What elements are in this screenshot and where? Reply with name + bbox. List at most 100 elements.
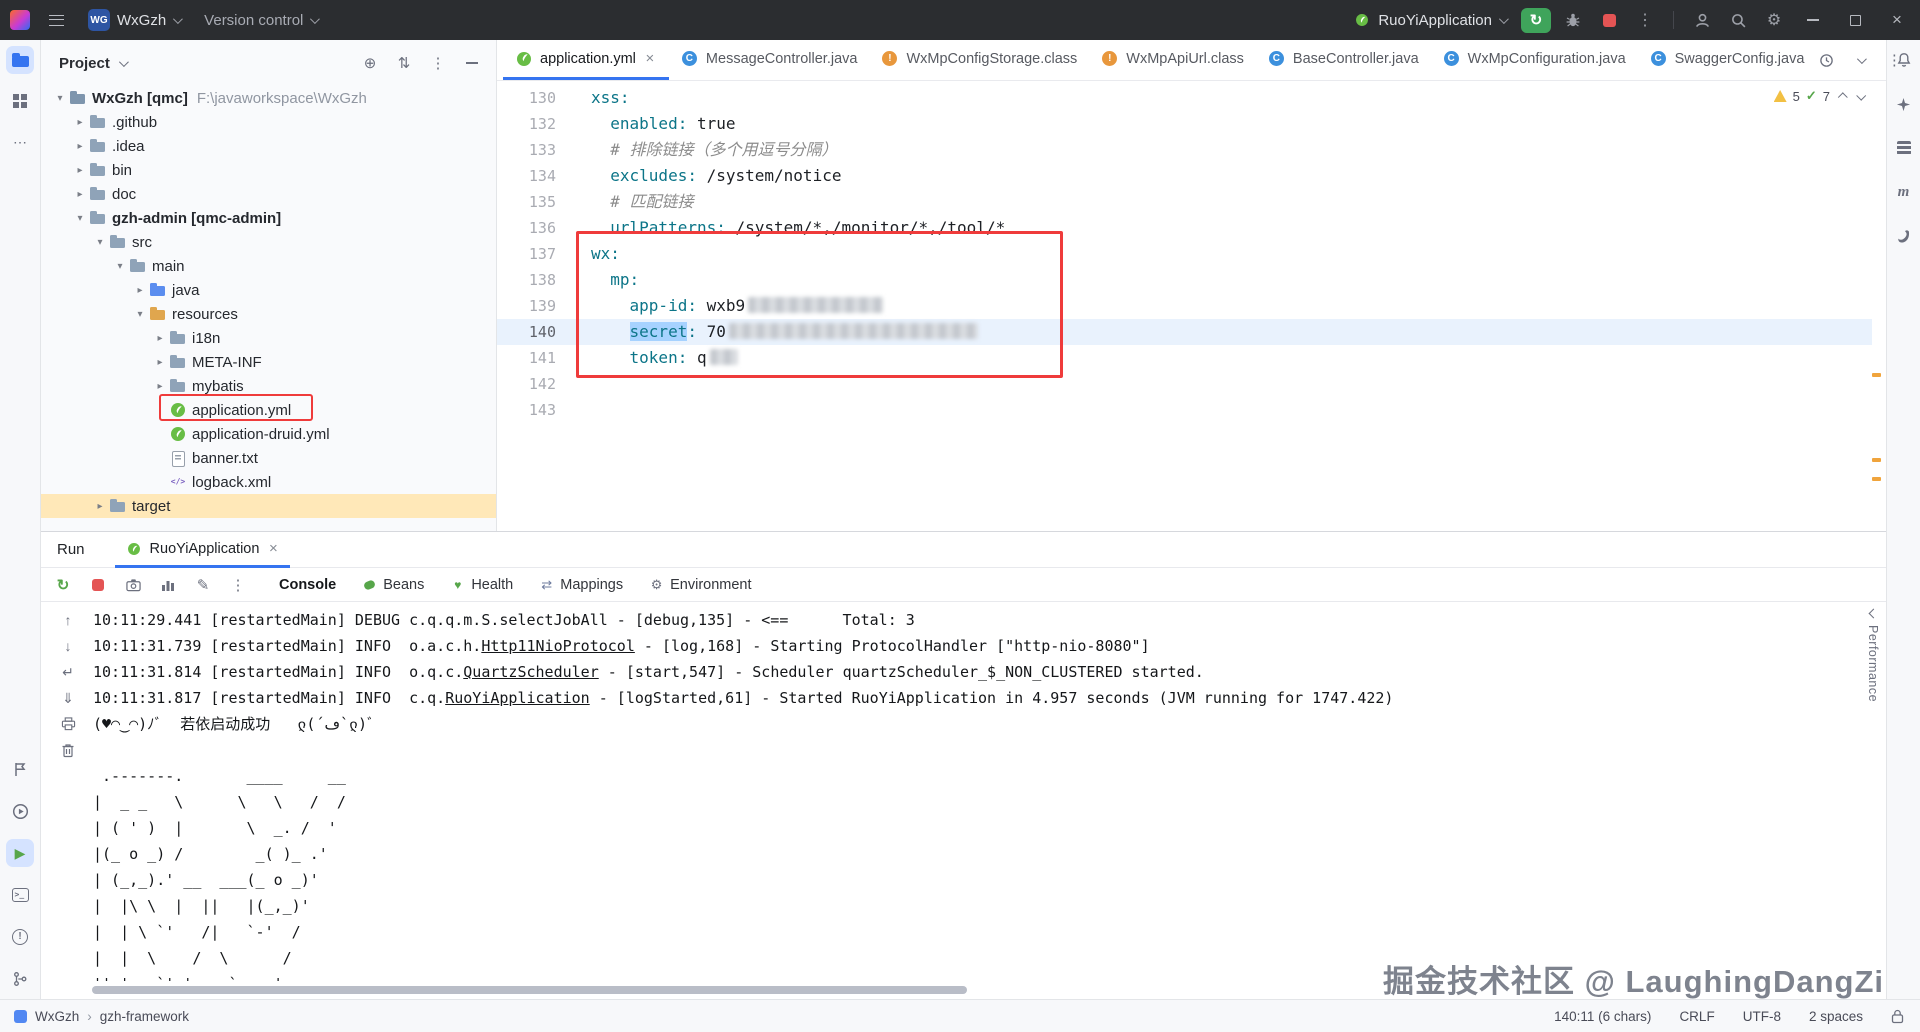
chevron-right-icon[interactable] (151, 357, 169, 368)
tree-item-banner-txt[interactable]: banner.txt (41, 446, 496, 470)
readonly-toggle[interactable] (1891, 1009, 1904, 1024)
stop-button[interactable] (1593, 5, 1625, 35)
prev-problem-button[interactable] (1837, 91, 1848, 102)
tree-item-mybatis[interactable]: mybatis (41, 374, 496, 398)
tree-item-doc[interactable]: doc (41, 182, 496, 206)
run-tab-ruoyiapplication[interactable]: RuoYiApplication (114, 532, 291, 568)
debug-button[interactable] (1557, 5, 1589, 35)
scroll-to-end-button[interactable]: ⇓ (59, 689, 77, 707)
git-toolwindow-button[interactable] (6, 965, 34, 993)
main-menu-button[interactable] (40, 5, 73, 35)
editor-tab-application-yml[interactable]: application.yml (503, 40, 669, 80)
chevron-down-icon[interactable] (91, 237, 109, 248)
chevron-right-icon[interactable] (71, 141, 89, 152)
tree-item-logback-xml[interactable]: logback.xml (41, 470, 496, 494)
tree-item-meta-inf[interactable]: META-INF (41, 350, 496, 374)
console-tab-console[interactable]: Console (279, 577, 336, 593)
project-panel-title[interactable]: Project (59, 55, 110, 72)
more-actions-button[interactable]: ⋮ (1629, 5, 1661, 35)
line-separator[interactable]: CRLF (1679, 1009, 1714, 1024)
editor-tab-swaggerconfig-java[interactable]: SwaggerConfig.java (1638, 40, 1817, 80)
performance-side-tab[interactable]: Performance (1862, 608, 1884, 702)
scroll-down-button[interactable]: ↓ (59, 637, 77, 655)
tree-item-application-yml[interactable]: application.yml (41, 398, 496, 422)
file-encoding[interactable]: UTF-8 (1743, 1009, 1781, 1024)
user-button[interactable] (1686, 5, 1718, 35)
scroll-up-button[interactable]: ↑ (59, 611, 77, 629)
ai-assistant-button[interactable] (1890, 90, 1918, 118)
chevron-down-icon[interactable] (118, 56, 129, 67)
expand-collapse-button[interactable]: ⇅ (394, 53, 414, 73)
scrollbar-warning-mark[interactable] (1872, 458, 1881, 462)
tree-item-bin[interactable]: bin (41, 158, 496, 182)
breadcrumb-module[interactable]: gzh-framework (100, 1009, 189, 1024)
rerun-button[interactable]: ↻ (1521, 7, 1551, 33)
tab-options-button[interactable]: ⋮ (1884, 50, 1904, 70)
clear-console-button[interactable] (59, 741, 77, 759)
terminal-toolwindow-button[interactable]: >_ (6, 881, 34, 909)
maven-button[interactable]: m (1890, 178, 1918, 206)
settings-button[interactable]: ⚙ (1758, 5, 1790, 35)
hidden-tabs-button[interactable] (1850, 50, 1870, 70)
tree-item-main[interactable]: main (41, 254, 496, 278)
tree-item-idea[interactable]: .idea (41, 134, 496, 158)
tree-item-gzh-admin-qmc-admin[interactable]: gzh-admin [qmc-admin] (41, 206, 496, 230)
inspections-widget[interactable]: 5 ✓ 7 (1773, 88, 1867, 104)
chevron-right-icon[interactable] (71, 117, 89, 128)
chevron-right-icon[interactable] (91, 501, 109, 512)
indent-setting[interactable]: 2 spaces (1809, 1009, 1863, 1024)
console-link[interactable]: QuartzScheduler (463, 663, 598, 681)
chevron-down-icon[interactable] (111, 261, 129, 272)
console-options-button[interactable]: ⋮ (228, 575, 248, 595)
chevron-down-icon[interactable] (71, 213, 89, 224)
breadcrumb-project[interactable]: WxGzh (35, 1009, 79, 1024)
thread-dump-button[interactable] (123, 575, 143, 595)
tree-item-java[interactable]: java (41, 278, 496, 302)
problems-toolwindow-button[interactable]: ! (6, 923, 34, 951)
editor-tab-wxmpconfigstorage-class[interactable]: WxMpConfigStorage.class (869, 40, 1089, 80)
scrollbar-warning-mark[interactable] (1872, 477, 1881, 481)
editor-tab-basecontroller-java[interactable]: BaseController.java (1256, 40, 1431, 80)
console-horizontal-scrollbar[interactable] (92, 986, 967, 994)
editor-tab-wxmpconfiguration-java[interactable]: WxMpConfiguration.java (1431, 40, 1638, 80)
panel-options-button[interactable]: ⋮ (428, 53, 448, 73)
close-tab-icon[interactable] (266, 542, 280, 556)
heap-dump-button[interactable] (158, 575, 178, 595)
close-tab-icon[interactable] (643, 52, 657, 66)
chevron-right-icon[interactable] (71, 189, 89, 200)
console-link[interactable]: RuoYiApplication (445, 689, 590, 707)
hide-panel-button[interactable] (462, 53, 482, 73)
soft-wrap-button[interactable]: ↵ (59, 663, 77, 681)
chevron-right-icon[interactable] (131, 285, 149, 296)
maximize-button[interactable] (1836, 0, 1874, 40)
project-widget[interactable]: WG WxGzh (79, 5, 189, 35)
minimize-button[interactable] (1794, 0, 1832, 40)
version-control-menu[interactable]: Version control (195, 5, 326, 35)
tree-item-resources[interactable]: resources (41, 302, 496, 326)
breadcrumb[interactable]: WxGzh gzh-framework (0, 1009, 189, 1024)
search-button[interactable] (1722, 5, 1754, 35)
stop-process-button[interactable] (88, 575, 108, 595)
console-tab-environment[interactable]: Environment (649, 577, 751, 593)
bookmarks-toolwindow-button[interactable] (6, 755, 34, 783)
project-toolwindow-button[interactable] (6, 46, 34, 74)
editor-tab-wxmpapiurl-class[interactable]: WxMpApiUrl.class (1089, 40, 1256, 80)
console-tab-health[interactable]: Health (450, 577, 513, 593)
caret-position[interactable]: 140:11 (6 chars) (1554, 1009, 1651, 1024)
locate-file-button[interactable]: ⊕ (360, 53, 380, 73)
chevron-right-icon[interactable] (151, 333, 169, 344)
tree-item-github[interactable]: .github (41, 110, 496, 134)
chevron-right-icon[interactable] (151, 381, 169, 392)
console-link[interactable]: Http11NioProtocol (481, 637, 635, 655)
services-toolwindow-button[interactable] (6, 797, 34, 825)
recent-files-button[interactable] (1816, 50, 1836, 70)
database-button[interactable] (1890, 134, 1918, 162)
console-tab-mappings[interactable]: Mappings (539, 577, 623, 593)
tree-item-target[interactable]: target (41, 494, 496, 518)
rerun-application-button[interactable]: ↻ (53, 575, 73, 595)
run-toolwindow-button[interactable]: ▶ (6, 839, 34, 867)
run-configuration-widget[interactable]: RuoYiApplication (1344, 5, 1515, 35)
print-button[interactable] (59, 715, 77, 733)
tree-item-wxgzh-qmc[interactable]: WxGzh [qmc] F:\javaworkspace\WxGzh (41, 86, 496, 110)
close-button[interactable]: × (1878, 0, 1916, 40)
